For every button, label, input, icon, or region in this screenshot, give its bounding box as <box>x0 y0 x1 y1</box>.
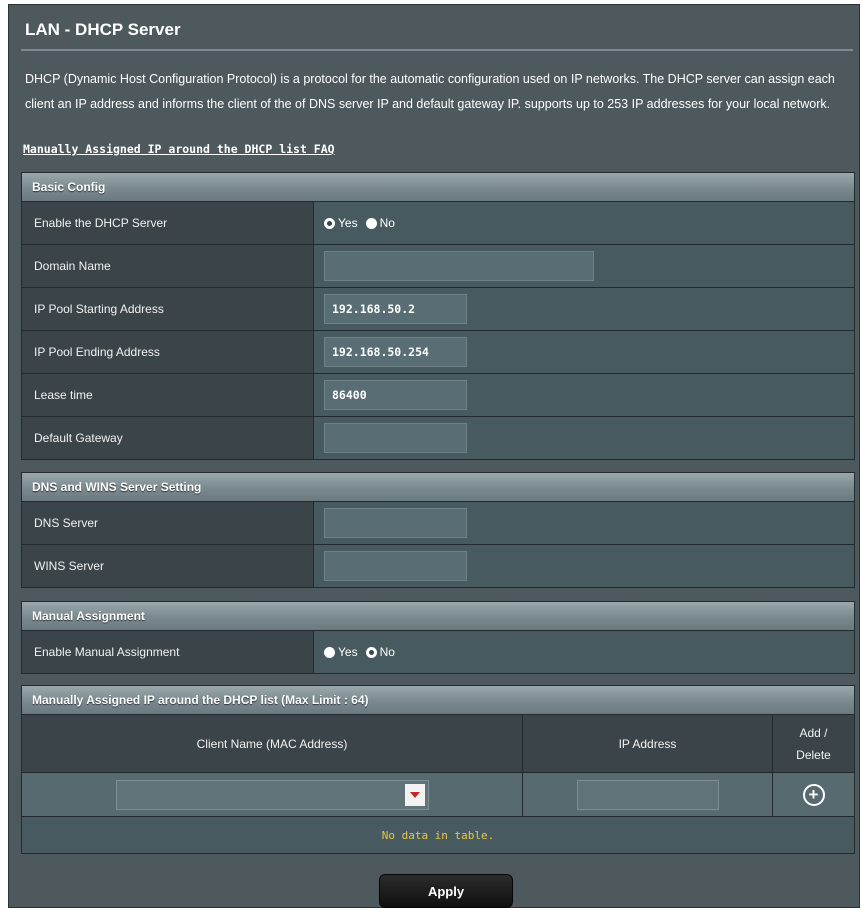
radio-unselected-icon <box>324 646 335 658</box>
dropdown-arrow-icon[interactable] <box>404 783 425 806</box>
manual-list-header-row: Client Name (MAC Address) IP Address Add… <box>22 714 854 772</box>
enable-dhcp-radio-group: Yes No <box>324 216 403 230</box>
enable-manual-no-radio[interactable]: No <box>365 645 395 659</box>
default-gateway-input[interactable] <box>324 423 467 453</box>
enable-dhcp-yes-radio[interactable]: Yes <box>324 216 358 230</box>
manual-list-section: Manually Assigned IP around the DHCP lis… <box>21 685 855 854</box>
default-gateway-label: Default Gateway <box>22 417 314 459</box>
radio-selected-icon <box>365 646 377 658</box>
client-name-combobox[interactable] <box>115 779 429 810</box>
dns-wins-section: DNS and WINS Server Setting DNS Server W… <box>21 472 855 588</box>
enable-dhcp-row: Enable the DHCP Server Yes No <box>22 201 854 244</box>
dhcp-server-panel: LAN - DHCP Server DHCP (Dynamic Host Con… <box>8 4 860 908</box>
enable-manual-label: Enable Manual Assignment <box>22 631 314 673</box>
section-header-manual-list: Manually Assigned IP around the DHCP lis… <box>22 686 854 714</box>
column-header-client-name: Client Name (MAC Address) <box>22 715 523 772</box>
wins-server-row: WINS Server <box>22 544 854 587</box>
radio-no-label: No <box>379 216 395 230</box>
apply-button[interactable]: Apply <box>379 874 513 908</box>
enable-manual-radio-group: Yes No <box>324 645 403 659</box>
dns-server-input[interactable] <box>324 508 467 538</box>
manual-assignment-section: Manual Assignment Enable Manual Assignme… <box>21 601 855 674</box>
pool-end-input[interactable]: 192.168.50.254 <box>324 337 467 367</box>
wins-server-label: WINS Server <box>22 545 314 587</box>
basic-config-section: Basic Config Enable the DHCP Server Yes … <box>21 172 855 460</box>
title-divider <box>21 49 853 51</box>
empty-table-message: No data in table. <box>22 816 854 853</box>
radio-yes-label: Yes <box>338 645 358 659</box>
enable-dhcp-no-radio[interactable]: No <box>365 216 395 230</box>
radio-selected-icon <box>324 217 335 229</box>
enable-manual-yes-radio[interactable]: Yes <box>324 645 358 659</box>
domain-name-label: Domain Name <box>22 245 314 287</box>
section-header-dns-wins: DNS and WINS Server Setting <box>22 473 854 501</box>
plus-circle-icon[interactable]: + <box>802 783 825 806</box>
enable-dhcp-label: Enable the DHCP Server <box>22 202 314 244</box>
pool-start-row: IP Pool Starting Address 192.168.50.2 <box>22 287 854 330</box>
pool-start-label: IP Pool Starting Address <box>22 288 314 330</box>
column-header-ip-address: IP Address <box>523 715 773 772</box>
lease-time-row: Lease time 86400 <box>22 373 854 416</box>
section-header-basic-config: Basic Config <box>22 173 854 201</box>
radio-no-label: No <box>379 645 395 659</box>
lease-time-input[interactable]: 86400 <box>324 380 467 410</box>
domain-name-input[interactable] <box>324 251 594 281</box>
default-gateway-row: Default Gateway <box>22 416 854 459</box>
page-title: LAN - DHCP Server <box>25 20 181 39</box>
dns-server-label: DNS Server <box>22 502 314 544</box>
enable-manual-row: Enable Manual Assignment Yes No <box>22 630 854 673</box>
dns-server-row: DNS Server <box>22 501 854 544</box>
pool-end-row: IP Pool Ending Address 192.168.50.254 <box>22 330 854 373</box>
manual-ip-address-input[interactable] <box>576 779 719 810</box>
wins-server-input[interactable] <box>324 551 467 581</box>
radio-unselected-icon <box>365 217 377 229</box>
pool-start-input[interactable]: 192.168.50.2 <box>324 294 467 324</box>
manual-list-input-row: + <box>22 772 854 816</box>
client-name-input[interactable] <box>117 781 405 809</box>
column-header-add-delete: Add / Delete <box>796 725 831 762</box>
dhcp-list-faq-link[interactable]: Manually Assigned IP around the DHCP lis… <box>23 142 335 156</box>
pool-end-label: IP Pool Ending Address <box>22 331 314 373</box>
domain-name-row: Domain Name <box>22 244 854 287</box>
radio-yes-label: Yes <box>338 216 358 230</box>
page-description: DHCP (Dynamic Host Configuration Protoco… <box>25 72 835 111</box>
lease-time-label: Lease time <box>22 374 314 416</box>
section-header-manual-assignment: Manual Assignment <box>22 602 854 630</box>
